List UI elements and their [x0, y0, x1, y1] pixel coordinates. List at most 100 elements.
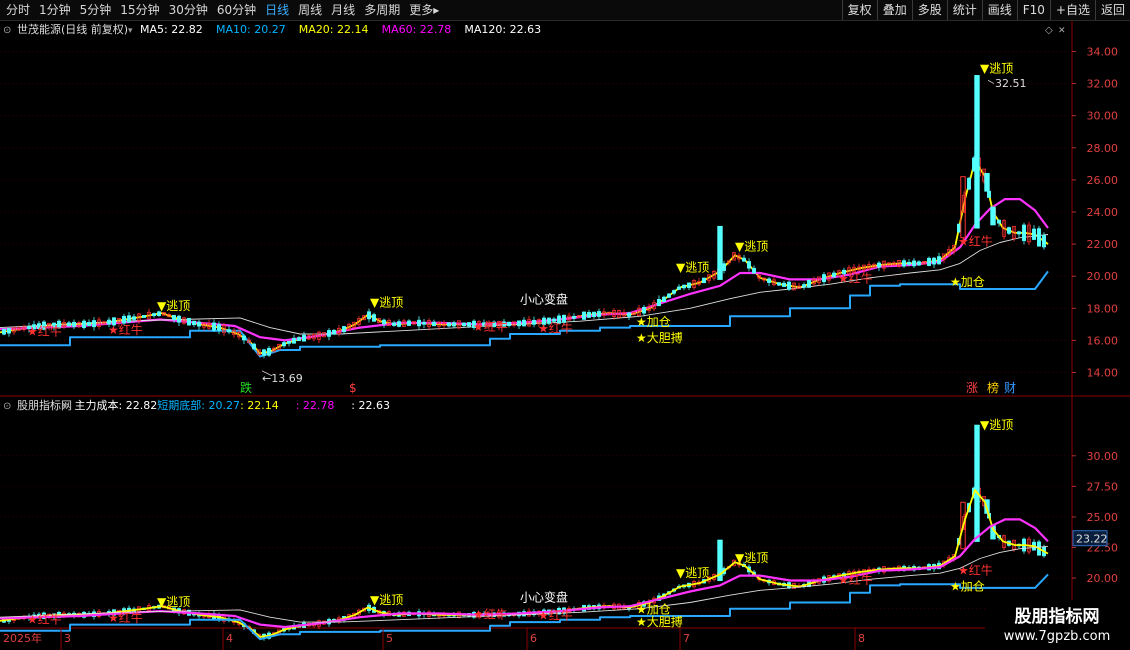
event-marker-3: 榜 [987, 380, 999, 395]
high-leader [987, 79, 995, 84]
p1-signal-11: ★加仓 [636, 315, 671, 329]
p1-candle [392, 322, 396, 326]
p2-signal-6: ★红牛 [108, 610, 143, 625]
p2-signal-10: ★红牛 [958, 562, 993, 577]
p1-candle [957, 223, 961, 233]
p1-candle [1017, 231, 1021, 235]
p1-candle [517, 320, 521, 327]
p1-candle [967, 177, 971, 190]
p1-signal-9: ★红牛 [838, 271, 873, 286]
p1-candle [282, 342, 286, 347]
p1-candle [92, 320, 96, 328]
low-price-label: ←13.69 [262, 372, 303, 385]
p1-candle [297, 337, 301, 342]
p1-candle [127, 315, 131, 323]
p1-candle [767, 278, 771, 283]
p1-candle [7, 328, 11, 334]
p1-signal-10: ★红牛 [958, 234, 993, 249]
p1-candle [802, 284, 806, 288]
p2-legend-1: 短期底部: 20.27 [157, 398, 240, 412]
p2-signal-5: ★红牛 [27, 611, 62, 626]
p1-candle [667, 293, 671, 298]
p1-candle [747, 261, 751, 269]
stock-chart[interactable]: 34.00 32.00 30.00 28.00 26.00 24.00 22.00 20.00… [0, 0, 1130, 650]
p1-candle [142, 315, 146, 318]
p1-candle [2, 328, 6, 335]
p2-signal-7: ★红牛 [473, 606, 508, 621]
current-value-label: 23.22 [1076, 533, 1108, 546]
p1-candle [782, 282, 786, 287]
p1-candle [777, 282, 781, 286]
event-marker-2: 涨 [966, 380, 978, 395]
p1-y-tick-label-4: 26.00 [1087, 174, 1119, 187]
p1-candle [642, 306, 646, 314]
p1-candle [417, 319, 421, 327]
p1-candle [752, 267, 756, 274]
p2-signal-13: ★大胆搏 [636, 615, 683, 629]
p1-y-tick-label-2: 30.00 [1087, 110, 1119, 123]
p1-candle [687, 282, 691, 289]
p1-signal-14: 小心变盘 [520, 291, 568, 306]
p1-candle [422, 322, 426, 325]
p1-candle [1007, 227, 1011, 234]
p2-legend-3: : 22.78 [296, 399, 335, 412]
p1-candle [252, 343, 256, 350]
p2-y-tick-label-2: 25.00 [1087, 511, 1119, 524]
p1-candle [227, 329, 231, 333]
p1-candle [937, 256, 941, 265]
p1-signal-12: ★加仓 [950, 275, 985, 289]
diamond-icon: ◇ [1045, 25, 1053, 36]
p2-signal-2: ▼逃顶 [676, 566, 709, 580]
p2-signal-3: ▼逃顶 [735, 551, 768, 565]
p1-spike-candle-3 [990, 206, 996, 226]
p1-candle [72, 321, 76, 327]
p2-y-tick-label-0: 30.00 [1087, 450, 1119, 463]
p1-candle [1032, 228, 1036, 240]
p1-signal-5: ★红牛 [27, 324, 62, 339]
p1-candle [627, 312, 631, 317]
p2-legend-2: : 22.14 [240, 399, 279, 412]
p1-signal-1: ▼逃顶 [370, 296, 403, 310]
p1-legend-3: MA60: 22.78 [382, 23, 452, 36]
p1-candle [177, 315, 181, 323]
p1-candle [597, 311, 601, 317]
p2-signal-1: ▼逃顶 [370, 593, 403, 607]
high-price-label: 32.51 [995, 77, 1027, 90]
p1-signal-4: ▼逃顶 [980, 61, 1013, 75]
p1-candle [382, 319, 386, 325]
p1-y-tick-label-0: 34.00 [1087, 45, 1119, 58]
p2-spike-candle-1 [974, 424, 980, 542]
p1-candle [267, 347, 271, 356]
p1-candle [452, 322, 456, 327]
p1-y-tick-label-6: 22.00 [1087, 238, 1119, 251]
event-marker-0: 跌 [240, 380, 252, 395]
p1-title: 世茂能源(日线 前复权) [17, 22, 128, 36]
p1-candle [447, 322, 451, 327]
watermark-title: 股朋指标网 [1015, 606, 1100, 627]
p1-candle [987, 190, 991, 198]
p1-candle [212, 322, 216, 331]
p1-signal-2: ▼逃顶 [676, 260, 709, 274]
p1-candle [172, 314, 176, 320]
p1-candle [877, 262, 881, 268]
p1-legend-0: MA5: 22.82 [140, 23, 203, 36]
p1-candle [217, 324, 221, 331]
p2-signal-8: ★红牛 [538, 608, 573, 623]
p1-candle [287, 340, 291, 344]
p1-candle [407, 320, 411, 326]
p1-candle [462, 322, 466, 327]
p1-y-tick-label-7: 20.00 [1087, 270, 1119, 283]
p1-candle [262, 349, 266, 356]
p1-candle [807, 279, 811, 288]
p1-candle [132, 316, 136, 320]
event-marker-1: $ [349, 381, 357, 395]
p1-candle [932, 257, 936, 265]
p1-candle [912, 260, 916, 267]
p1-y-tick-label-1: 32.00 [1087, 78, 1119, 91]
p1-chevron-down-icon: ▾ [128, 26, 133, 36]
p1-candle [87, 322, 91, 327]
p1-candle [742, 257, 746, 262]
p2-y-tick-label-4: 20.00 [1087, 572, 1119, 585]
p1-candle [467, 322, 471, 327]
p1-candle [917, 261, 921, 266]
